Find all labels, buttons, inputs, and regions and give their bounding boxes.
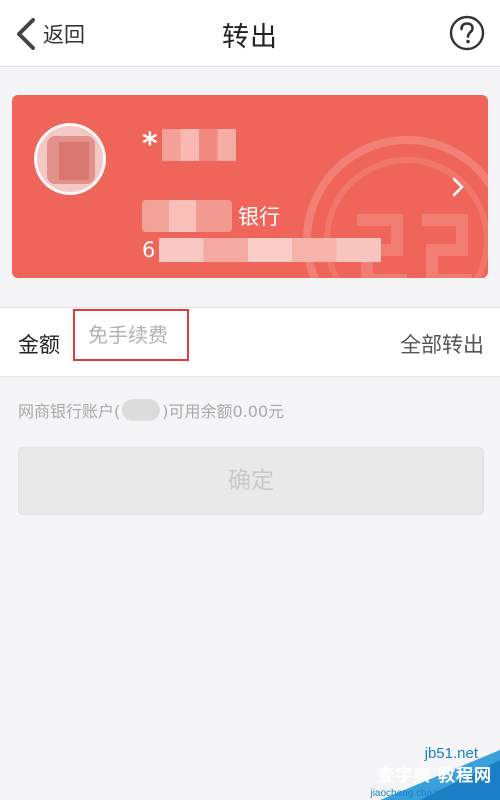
watermark-url: jiaocheng.chazidian.com bbox=[370, 788, 480, 799]
navigation-bar: 返回 转出 bbox=[0, 0, 500, 67]
transfer-out-screen: 返回 转出 * 银行 6 金额 免手续费 全部转出 网商银行账户()可用余额0… bbox=[0, 0, 500, 800]
watermark-brand: 查字典 教程网 bbox=[377, 766, 492, 786]
amount-label: 金额 bbox=[18, 333, 60, 357]
transfer-all-button[interactable]: 全部转出 bbox=[400, 329, 484, 359]
account-id-mosaic bbox=[122, 399, 161, 421]
account-holder-name: * bbox=[142, 125, 236, 165]
avatar bbox=[34, 123, 106, 195]
amount-input[interactable] bbox=[73, 309, 189, 361]
bank-card-selector[interactable]: * 银行 6 bbox=[12, 95, 488, 278]
help-button[interactable] bbox=[448, 14, 486, 52]
page-title: 转出 bbox=[222, 22, 278, 53]
balance-prefix: 网商银行账户( bbox=[18, 402, 121, 421]
account-number-prefix: 6 bbox=[142, 238, 156, 262]
account-number-mosaic bbox=[159, 238, 382, 262]
balance-suffix: )可用余额0.00元 bbox=[162, 402, 285, 421]
bank-name: 银行 bbox=[142, 199, 280, 233]
bank-name-mosaic bbox=[142, 200, 232, 232]
masked-name-star: * bbox=[142, 127, 158, 162]
name-mosaic bbox=[161, 129, 236, 161]
amount-row: 金额 全部转出 bbox=[0, 307, 500, 377]
available-balance: 网商银行账户( )可用余额0.00元 bbox=[18, 397, 284, 423]
bank-name-label: 银行 bbox=[238, 205, 280, 229]
account-number: 6 bbox=[142, 235, 382, 265]
watermark-site: jb51.net bbox=[424, 745, 478, 762]
confirm-button[interactable]: 确定 bbox=[18, 447, 484, 515]
chevron-right-icon bbox=[452, 177, 464, 197]
help-circle-icon bbox=[449, 15, 485, 51]
